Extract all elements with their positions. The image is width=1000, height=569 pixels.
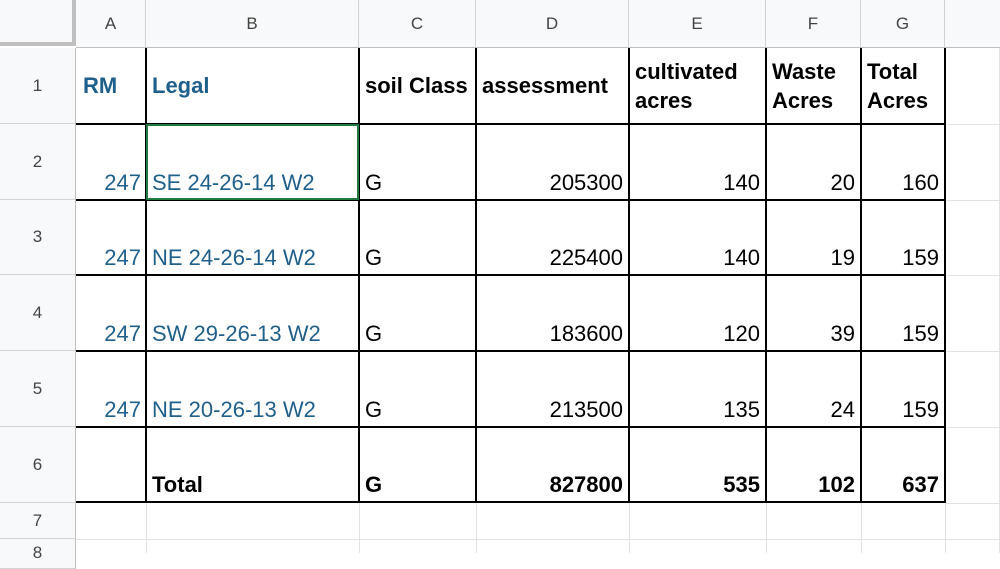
cell-e2[interactable]: 140 [630,125,765,199]
cell-f5[interactable]: 24 [767,352,860,426]
cell-g2[interactable]: 160 [862,125,944,199]
cell-e6[interactable]: 535 [630,428,765,501]
cell-c2[interactable]: G [360,125,475,199]
cell-d6[interactable]: 827800 [477,428,628,501]
cell-b4[interactable]: SW 29-26-13 W2 [147,276,358,350]
cell-b1[interactable]: Legal [147,48,358,123]
spreadsheet-grid: A B C D E F G 1 2 3 4 5 6 7 8 RM Legal s… [0,0,1000,569]
row-header-6[interactable]: 6 [0,427,76,503]
cell-d4[interactable]: 183600 [477,276,628,350]
cell-c5[interactable]: G [360,352,475,426]
row-header-5[interactable]: 5 [0,351,76,427]
column-header-f[interactable]: F [766,0,861,48]
row-header-2[interactable]: 2 [0,124,76,200]
row-header-3[interactable]: 3 [0,200,76,275]
cell-e5[interactable]: 135 [630,352,765,426]
column-header-h[interactable] [945,0,1000,48]
cell-g1[interactable]: Total Acres [862,48,944,123]
cell-a4[interactable]: 247 [76,276,146,350]
cell-d5[interactable]: 213500 [477,352,628,426]
column-header-b[interactable]: B [146,0,359,48]
cell-g5[interactable]: 159 [862,352,944,426]
row-header-8[interactable]: 8 [0,539,76,569]
cell-d2[interactable]: 205300 [477,125,628,199]
cell-a5[interactable]: 247 [76,352,146,426]
cell-d3[interactable]: 225400 [477,201,628,274]
cell-c6[interactable]: G [360,428,475,501]
row-header-1[interactable]: 1 [0,48,76,124]
cell-a3[interactable]: 247 [76,201,146,274]
row-header-7[interactable]: 7 [0,503,76,539]
cell-e1[interactable]: cultivated acres [630,48,765,123]
active-cell-selection [146,124,359,200]
cell-b6[interactable]: Total [147,428,358,501]
cell-e3[interactable]: 140 [630,201,765,274]
cell-a2[interactable]: 247 [76,125,146,199]
cell-c3[interactable]: G [360,201,475,274]
cell-g3[interactable]: 159 [862,201,944,274]
cell-f1[interactable]: Waste Acres [767,48,860,123]
cell-f6[interactable]: 102 [767,428,860,501]
row-header-4[interactable]: 4 [0,275,76,351]
cell-g4[interactable]: 159 [862,276,944,350]
cell-e4[interactable]: 120 [630,276,765,350]
column-header-e[interactable]: E [629,0,766,48]
select-all-corner[interactable] [0,0,76,46]
cell-a6[interactable] [76,428,146,501]
cell-c1[interactable]: soil Class [360,48,475,123]
column-header-c[interactable]: C [359,0,476,48]
cell-g6[interactable]: 637 [862,428,944,501]
cell-b3[interactable]: NE 24-26-14 W2 [147,201,358,274]
cell-f4[interactable]: 39 [767,276,860,350]
cell-b5[interactable]: NE 20-26-13 W2 [147,352,358,426]
cell-d1[interactable]: assessment [477,48,628,123]
column-header-g[interactable]: G [861,0,945,48]
column-header-d[interactable]: D [476,0,629,48]
cell-f3[interactable]: 19 [767,201,860,274]
cell-f2[interactable]: 20 [767,125,860,199]
cell-a1[interactable]: RM [78,48,145,123]
cell-c4[interactable]: G [360,276,475,350]
column-header-a[interactable]: A [76,0,146,48]
